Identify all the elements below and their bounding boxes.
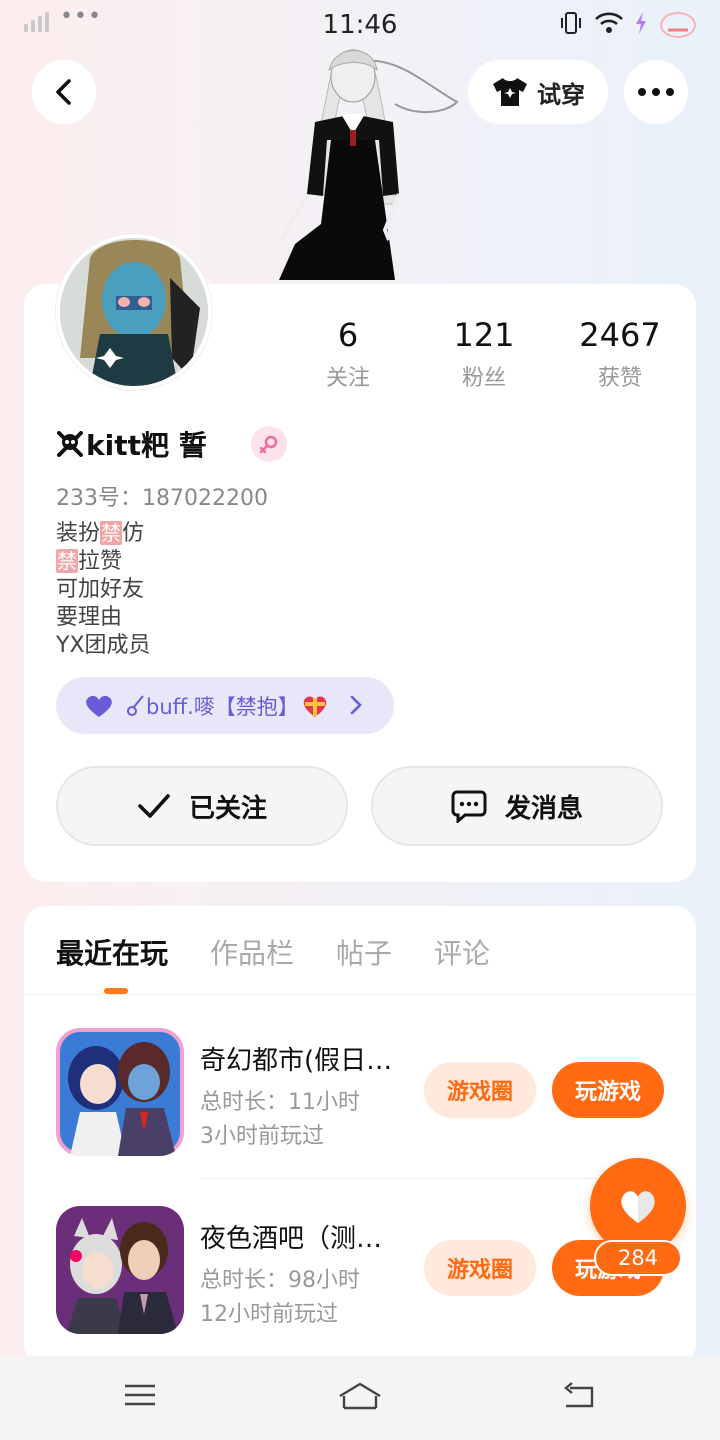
bio: 装扮禁仿 禁拉赞 可加好友 要理由 YX团成员 — [56, 520, 151, 660]
stat-label: 关注 — [325, 366, 370, 391]
character-model — [273, 49, 459, 280]
status-bar: ••• 11:46 — [0, 0, 720, 50]
user-name: kitt粑 誓 — [86, 429, 207, 462]
buff-label: buff.嘜【禁抱】 — [146, 694, 299, 719]
system-nav-bar — [0, 1356, 720, 1440]
followed-button[interactable]: 已关注 — [56, 766, 348, 846]
chevron-right-icon — [350, 695, 362, 715]
tab-comments[interactable]: 评论 — [434, 932, 490, 972]
check-icon — [138, 794, 170, 818]
gender-badge — [250, 426, 287, 462]
game-circle-button[interactable]: 游戏圈 — [424, 1240, 536, 1296]
back-button[interactable] — [32, 60, 96, 124]
game-last-played: 3小时前玩过 — [200, 1124, 324, 1149]
skull-icon — [57, 431, 83, 457]
guitar-icon — [127, 694, 144, 716]
avatar[interactable] — [56, 234, 212, 390]
try-on-button[interactable]: 试穿 — [468, 60, 608, 124]
bio-line: 可加好友 — [56, 577, 145, 602]
game-title: 奇幻都市(假日… — [200, 1046, 393, 1076]
bio-line: 装扮禁仿 — [56, 521, 145, 546]
vibrate-icon — [561, 12, 581, 34]
stat-likes[interactable]: 2467 获赞 — [552, 316, 688, 392]
tab-posts[interactable]: 帖子 — [336, 932, 392, 972]
tab-bar: 最近在玩 作品栏 帖子 评论 — [56, 932, 490, 972]
more-button[interactable] — [624, 60, 688, 124]
games-card: 最近在玩 作品栏 帖子 评论 奇幻都市(假日… 总时长：11小时 3小时前玩过 … — [24, 906, 696, 1366]
back-icon — [56, 79, 71, 105]
name-row: kitt粑 誓 — [56, 424, 287, 464]
heart-icon — [621, 1191, 655, 1223]
tab-works[interactable]: 作品栏 — [210, 932, 294, 972]
wifi-icon — [595, 12, 623, 33]
game-icon[interactable] — [56, 1028, 184, 1156]
stat-value: 6 — [337, 316, 359, 354]
bio-line: 禁拉赞 — [56, 549, 123, 574]
home-icon[interactable] — [336, 1380, 384, 1412]
more-icon — [638, 88, 674, 96]
game-last-played: 12小时前玩过 — [200, 1302, 338, 1327]
followed-label: 已关注 — [188, 793, 267, 824]
menu-icon[interactable] — [122, 1380, 158, 1410]
user-id: 233号：187022200 — [56, 486, 268, 511]
like-count-badge: 284 — [594, 1240, 682, 1276]
game-circle-button[interactable]: 游戏圈 — [424, 1062, 536, 1118]
game-duration: 总时长：11小时 — [200, 1090, 360, 1115]
gift-heart-icon — [303, 695, 327, 717]
bio-line: 要理由 — [56, 605, 123, 630]
bio-line: YX团成员 — [56, 633, 151, 658]
battery-icon — [660, 12, 696, 38]
list-item[interactable]: 奇幻都市(假日… 总时长：11小时 3小时前玩过 游戏圈 玩游戏 — [24, 1024, 696, 1174]
buff-pill[interactable]: buff.嘜【禁抱】 — [56, 677, 394, 734]
stat-value: 121 — [453, 316, 515, 354]
return-icon[interactable] — [560, 1380, 598, 1412]
female-icon — [259, 435, 277, 454]
charging-icon — [636, 12, 646, 34]
status-right-icons — [558, 8, 698, 38]
game-icon[interactable] — [56, 1206, 184, 1334]
stats-row: 6 关注 121 粉丝 2467 获赞 — [280, 316, 688, 392]
divider — [24, 994, 696, 995]
game-duration: 总时长：98小时 — [200, 1268, 360, 1293]
message-label: 发消息 — [504, 793, 583, 824]
stat-label: 获赞 — [597, 366, 642, 391]
tshirt-icon — [493, 78, 527, 106]
stat-label: 粉丝 — [461, 366, 506, 391]
tab-recent[interactable]: 最近在玩 — [56, 932, 168, 972]
play-game-button[interactable]: 玩游戏 — [552, 1062, 664, 1118]
stat-following[interactable]: 6 关注 — [280, 316, 416, 392]
stat-followers[interactable]: 121 粉丝 — [416, 316, 552, 392]
chat-icon — [451, 790, 487, 823]
game-title: 夜色酒吧（测… — [200, 1224, 383, 1254]
stat-value: 2467 — [579, 316, 661, 354]
try-on-label: 试穿 — [537, 80, 585, 109]
heart-icon — [86, 695, 112, 717]
message-button[interactable]: 发消息 — [371, 766, 663, 846]
